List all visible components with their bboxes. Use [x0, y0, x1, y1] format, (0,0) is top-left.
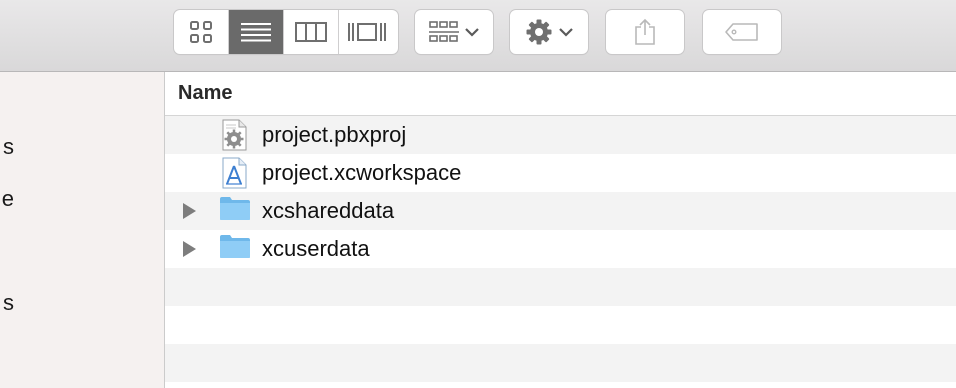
empty-row: [165, 344, 956, 382]
empty-row: [165, 306, 956, 344]
column-view-icon: [295, 22, 327, 42]
tag-button[interactable]: [703, 10, 781, 54]
list-view-button[interactable]: [229, 10, 284, 54]
file-name: xcshareddata: [262, 198, 395, 223]
arrange-button[interactable]: [415, 10, 493, 54]
chevron-down-icon: [559, 28, 573, 37]
cover-flow-view-button[interactable]: [339, 10, 394, 54]
name-column-header[interactable]: Name: [165, 72, 956, 116]
table-row[interactable]: project.pbxproj: [165, 116, 956, 154]
sidebar: s e s: [0, 72, 165, 388]
view-mode-segmented-control: [174, 10, 398, 54]
share-button[interactable]: [606, 10, 684, 54]
file-name: xcuserdata: [262, 236, 370, 261]
sidebar-item[interactable]: s: [0, 134, 14, 160]
disclosure-triangle-icon[interactable]: [183, 203, 196, 219]
share-icon: [635, 18, 655, 45]
cover-flow-view-icon: [347, 23, 386, 41]
table-row[interactable]: project.xcworkspace: [165, 154, 956, 192]
sidebar-item[interactable]: s: [0, 290, 14, 316]
table-row[interactable]: xcshareddata: [165, 192, 956, 230]
empty-row: [165, 268, 956, 306]
table-row[interactable]: xcuserdata: [165, 230, 956, 268]
file-name: project.xcworkspace: [262, 160, 462, 185]
column-view-button[interactable]: [284, 10, 339, 54]
tag-icon: [725, 23, 758, 41]
gear-icon: [526, 19, 552, 45]
action-button[interactable]: [510, 10, 588, 54]
arrange-grid-icon: [429, 21, 459, 42]
chevron-down-icon: [465, 28, 479, 37]
sidebar-item[interactable]: e: [0, 186, 14, 212]
column-header-label: Name: [178, 82, 233, 104]
xcworkspace-file-icon: [219, 157, 249, 189]
icon-view-button[interactable]: [174, 10, 229, 54]
pbxproj-file-icon: [219, 119, 249, 151]
folder-icon: [219, 233, 250, 265]
disclosure-triangle-icon[interactable]: [183, 241, 196, 257]
file-name: project.pbxproj: [262, 122, 407, 147]
list-view-icon: [241, 23, 271, 42]
finder-toolbar: [0, 0, 956, 72]
icon-view-icon: [190, 21, 212, 43]
file-list: Name project.pbxproj project.xcworkspace…: [165, 72, 956, 388]
folder-icon: [219, 195, 250, 227]
